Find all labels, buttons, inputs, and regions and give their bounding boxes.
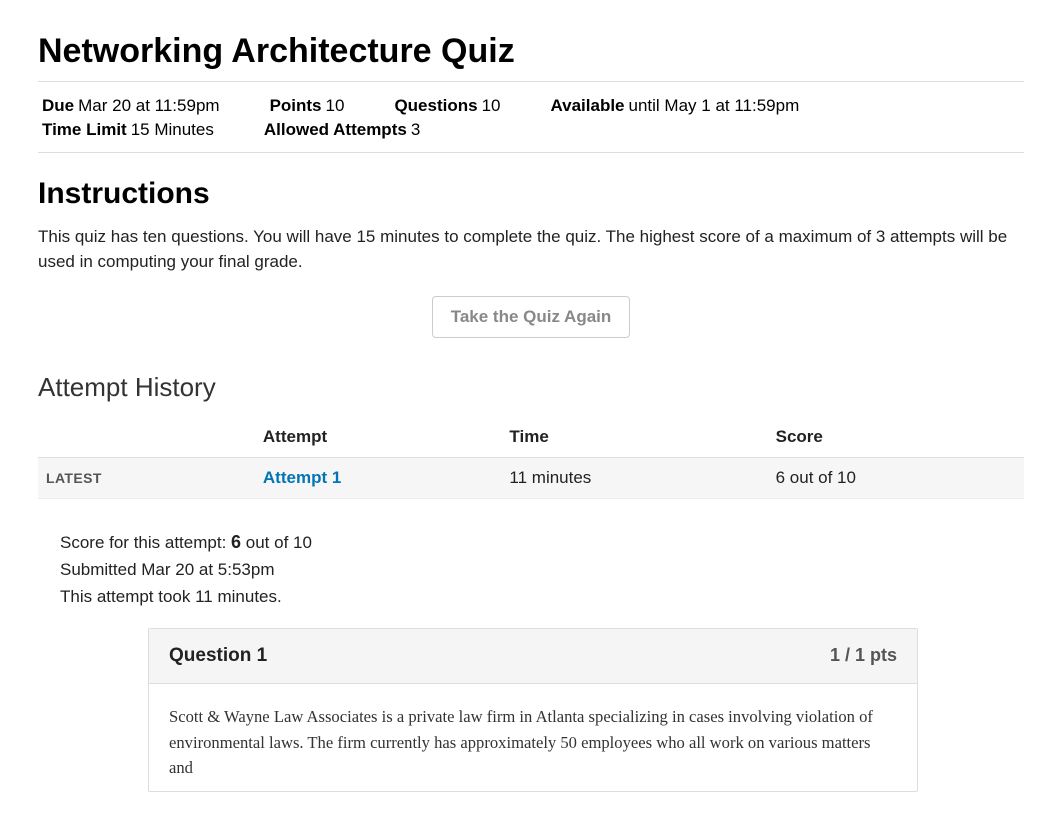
question-card: Question 1 1 / 1 pts Scott & Wayne Law A… <box>148 628 918 792</box>
table-header-time: Time <box>501 417 767 458</box>
divider <box>38 152 1024 153</box>
meta-points-value: 10 <box>326 96 345 115</box>
meta-questions-value: 10 <box>482 96 501 115</box>
meta-attempts: Allowed Attempts3 <box>264 120 420 140</box>
meta-attempts-label: Allowed Attempts <box>264 120 407 139</box>
attempt-duration: This attempt took 11 minutes. <box>60 584 1024 610</box>
attempt-link[interactable]: Attempt 1 <box>263 468 341 487</box>
take-again-row: Take the Quiz Again <box>38 296 1024 338</box>
table-header-attempt: Attempt <box>255 417 502 458</box>
meta-due-value: Mar 20 at 11:59pm <box>78 96 219 115</box>
row-score: 6 out of 10 <box>768 458 1024 499</box>
attempt-history-table: Attempt Time Score LATEST Attempt 1 11 m… <box>38 417 1024 499</box>
attempt-history-heading: Attempt History <box>38 372 1024 403</box>
question-header: Question 1 1 / 1 pts <box>149 629 917 684</box>
meta-timelimit-label: Time Limit <box>42 120 127 139</box>
take-quiz-again-button[interactable]: Take the Quiz Again <box>432 296 631 338</box>
table-header-blank <box>38 417 255 458</box>
attempt-score-suffix: out of 10 <box>241 533 312 552</box>
page-title: Networking Architecture Quiz <box>38 32 1024 71</box>
attempt-score-value: 6 <box>231 532 241 552</box>
row-attempt: Attempt 1 <box>255 458 502 499</box>
meta-available-value: until May 1 at 11:59pm <box>629 96 800 115</box>
row-tag: LATEST <box>38 458 255 499</box>
attempt-submitted: Submitted Mar 20 at 5:53pm <box>60 557 1024 583</box>
meta-available-label: Available <box>550 96 624 115</box>
attempt-detail: Score for this attempt: 6 out of 10 Subm… <box>60 529 1024 610</box>
meta-due: DueMar 20 at 11:59pm <box>42 96 220 116</box>
question-title: Question 1 <box>169 645 267 667</box>
attempt-score-line: Score for this attempt: 6 out of 10 <box>60 529 1024 557</box>
table-row: LATEST Attempt 1 11 minutes 6 out of 10 <box>38 458 1024 499</box>
meta-timelimit: Time Limit15 Minutes <box>42 120 214 140</box>
divider <box>38 81 1024 82</box>
row-time: 11 minutes <box>501 458 767 499</box>
question-points: 1 / 1 pts <box>830 645 897 666</box>
quiz-meta: DueMar 20 at 11:59pm Points10 Questions1… <box>38 88 1024 146</box>
attempt-score-prefix: Score for this attempt: <box>60 533 231 552</box>
instructions-text: This quiz has ten questions. You will ha… <box>38 225 1024 274</box>
table-header-score: Score <box>768 417 1024 458</box>
meta-points-label: Points <box>270 96 322 115</box>
meta-points: Points10 <box>270 96 345 116</box>
meta-due-label: Due <box>42 96 74 115</box>
meta-questions: Questions 10 <box>394 96 500 116</box>
instructions-heading: Instructions <box>38 177 1024 211</box>
table-header-row: Attempt Time Score <box>38 417 1024 458</box>
latest-badge: LATEST <box>46 470 102 486</box>
meta-questions-label: Questions <box>394 96 477 115</box>
meta-timelimit-value: 15 Minutes <box>131 120 214 139</box>
question-body: Scott & Wayne Law Associates is a privat… <box>149 684 917 791</box>
meta-available: Available until May 1 at 11:59pm <box>550 96 799 116</box>
meta-attempts-value: 3 <box>411 120 420 139</box>
